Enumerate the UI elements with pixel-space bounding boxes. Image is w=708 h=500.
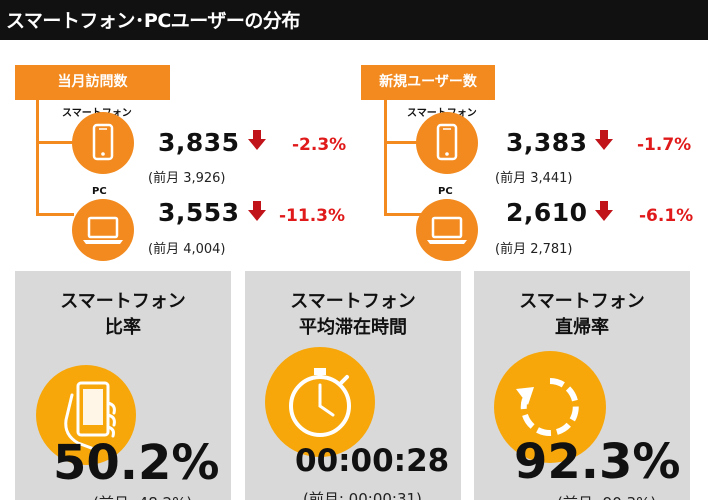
down-arrow-icon [248,201,266,221]
monthly-visits-smartphone-prev: (前月 3,926) [148,171,226,186]
new-users-pc-value: 2,610 [506,198,588,227]
new-users-smartphone-delta: -1.7% [637,135,692,155]
new-users-bracket [384,100,387,215]
pc-label: PC [92,186,107,197]
laptop-icon [416,199,478,261]
monthly-visits-label: 当月訪問数 [15,65,170,100]
avg-time-prev: (前月: 00:00:31) [303,490,422,500]
pc-label: PC [438,186,453,197]
down-arrow-icon [248,130,266,150]
new-users-label: 新規ユーザー数 [361,65,495,100]
avg-time-panel: スマートフォン 平均滞在時間 00:00:28 (前月: 00:00:31) [245,271,461,500]
new-users-smartphone-value: 3,383 [506,128,588,157]
bracket-connector [36,141,74,144]
smartphone-ratio-panel: スマートフォン 比率 50.2% (前月: 48.2%) [15,271,231,500]
smartphone-ratio-prev: (前月: 48.2%) [93,492,192,500]
page-header: スマートフォン･PCユーザーの分布 [0,0,708,40]
panel-title: スマートフォン 直帰率 [474,289,690,341]
down-arrow-icon [595,130,613,150]
laptop-icon [72,199,134,261]
monthly-visits-smartphone-delta: -2.3% [292,135,347,155]
monthly-visits-pc-delta: -11.3% [279,206,346,226]
monthly-visits-bracket [36,100,39,215]
avg-time-value: 00:00:28 [295,443,450,479]
smartphone-ratio-value: 50.2% [53,435,220,491]
panel-title-line: スマートフォン [290,291,416,312]
down-arrow-icon [595,201,613,221]
bounce-rate-prev: (前月: 90.3%) [557,492,656,500]
panel-title-line: 平均滞在時間 [299,317,407,338]
panel-title-line: 比率 [105,317,141,338]
smartphone-icon [72,112,134,174]
monthly-visits-smartphone-value: 3,835 [158,128,240,157]
smartphone-icon [416,112,478,174]
new-users-pc-prev: (前月 2,781) [495,242,573,257]
panel-title: スマートフォン 比率 [15,289,231,341]
bounce-rate-panel: スマートフォン 直帰率 92.3% (前月: 90.3%) [474,271,690,500]
page-title: スマートフォン･PCユーザーの分布 [6,10,300,32]
monthly-visits-pc-prev: (前月 4,004) [148,242,226,257]
stopwatch-icon [265,347,375,457]
new-users-smartphone-prev: (前月 3,441) [495,171,573,186]
panel-title-line: スマートフォン [519,291,645,312]
panel-title: スマートフォン 平均滞在時間 [245,289,461,341]
panel-title-line: スマートフォン [60,291,186,312]
monthly-visits-pc-value: 3,553 [158,198,240,227]
panel-title-line: 直帰率 [555,317,609,338]
bracket-connector [36,213,74,216]
new-users-pc-delta: -6.1% [639,206,694,226]
bounce-rate-value: 92.3% [514,434,681,490]
